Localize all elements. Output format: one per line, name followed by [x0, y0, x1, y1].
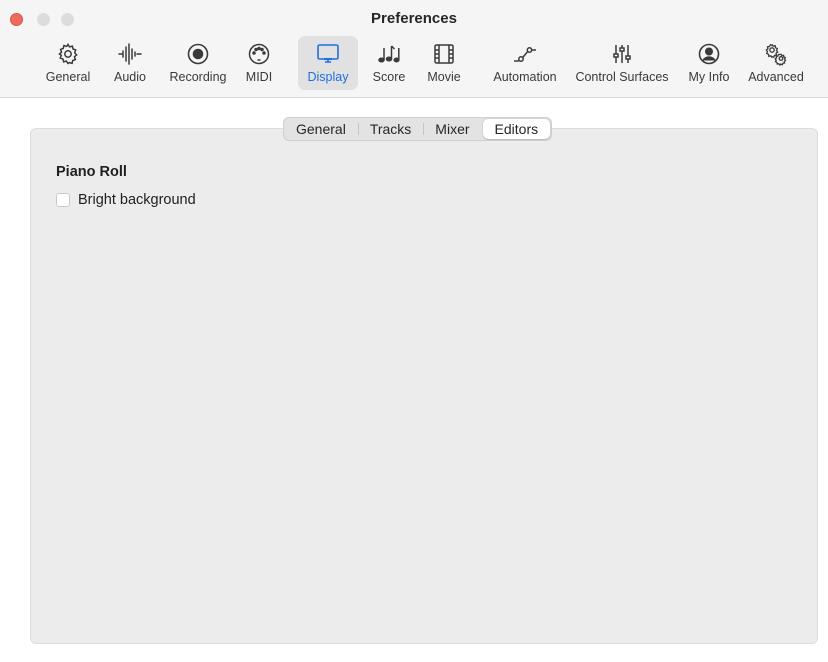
tab-label: Automation — [493, 70, 557, 84]
tab-score[interactable]: Score — [370, 36, 408, 90]
preferences-window: Preferences General Audio Recording MIDI… — [0, 0, 828, 662]
tab-label: General — [45, 70, 91, 84]
tab-label: Control Surfaces — [575, 70, 669, 84]
subtab-mixer[interactable]: Mixer — [423, 118, 481, 140]
tab-audio[interactable]: Audio — [110, 36, 150, 90]
subtab-editors[interactable]: Editors — [482, 119, 551, 139]
tab-label: Score — [372, 70, 406, 84]
tab-advanced[interactable]: Advanced — [744, 36, 808, 90]
tab-label: MIDI — [245, 70, 273, 84]
record-icon — [185, 41, 211, 67]
gears-icon — [763, 41, 789, 67]
tab-my-info[interactable]: My Info — [686, 36, 732, 90]
tab-recording[interactable]: Recording — [166, 36, 230, 90]
window-title: Preferences — [371, 10, 457, 27]
gear-icon — [55, 41, 81, 67]
automation-curve-icon — [512, 41, 538, 67]
tab-label: Audio — [114, 70, 146, 84]
sliders-icon — [609, 41, 635, 67]
subtab-tracks[interactable]: Tracks — [357, 118, 423, 140]
tab-control-surfaces[interactable]: Control Surfaces — [570, 36, 674, 90]
tab-display[interactable]: Display — [298, 36, 358, 90]
piano-roll-heading: Piano Roll — [56, 164, 127, 180]
film-icon — [431, 41, 457, 67]
toolbar: Preferences General Audio Recording MIDI… — [0, 0, 828, 98]
tab-general[interactable]: General — [44, 36, 92, 90]
music-notes-icon — [376, 41, 402, 67]
bright-background-checkbox[interactable] — [56, 193, 70, 207]
subtab-general[interactable]: General — [284, 118, 358, 140]
waveform-icon — [117, 41, 143, 67]
tab-label: Recording — [169, 70, 227, 84]
tab-label: Advanced — [748, 70, 804, 84]
tab-label: My Info — [688, 70, 730, 84]
bright-background-label: Bright background — [78, 192, 196, 208]
bright-background-option[interactable]: Bright background — [56, 192, 196, 208]
tab-label: Display — [307, 70, 349, 84]
monitor-icon — [315, 41, 341, 67]
midi-connector-icon — [246, 41, 272, 67]
tab-movie[interactable]: Movie — [422, 36, 466, 90]
tab-midi[interactable]: MIDI — [242, 36, 276, 90]
person-icon — [696, 41, 722, 67]
display-subtabs: General Tracks Mixer Editors — [283, 117, 553, 141]
tab-label: Movie — [427, 70, 461, 84]
tab-automation[interactable]: Automation — [488, 36, 562, 90]
